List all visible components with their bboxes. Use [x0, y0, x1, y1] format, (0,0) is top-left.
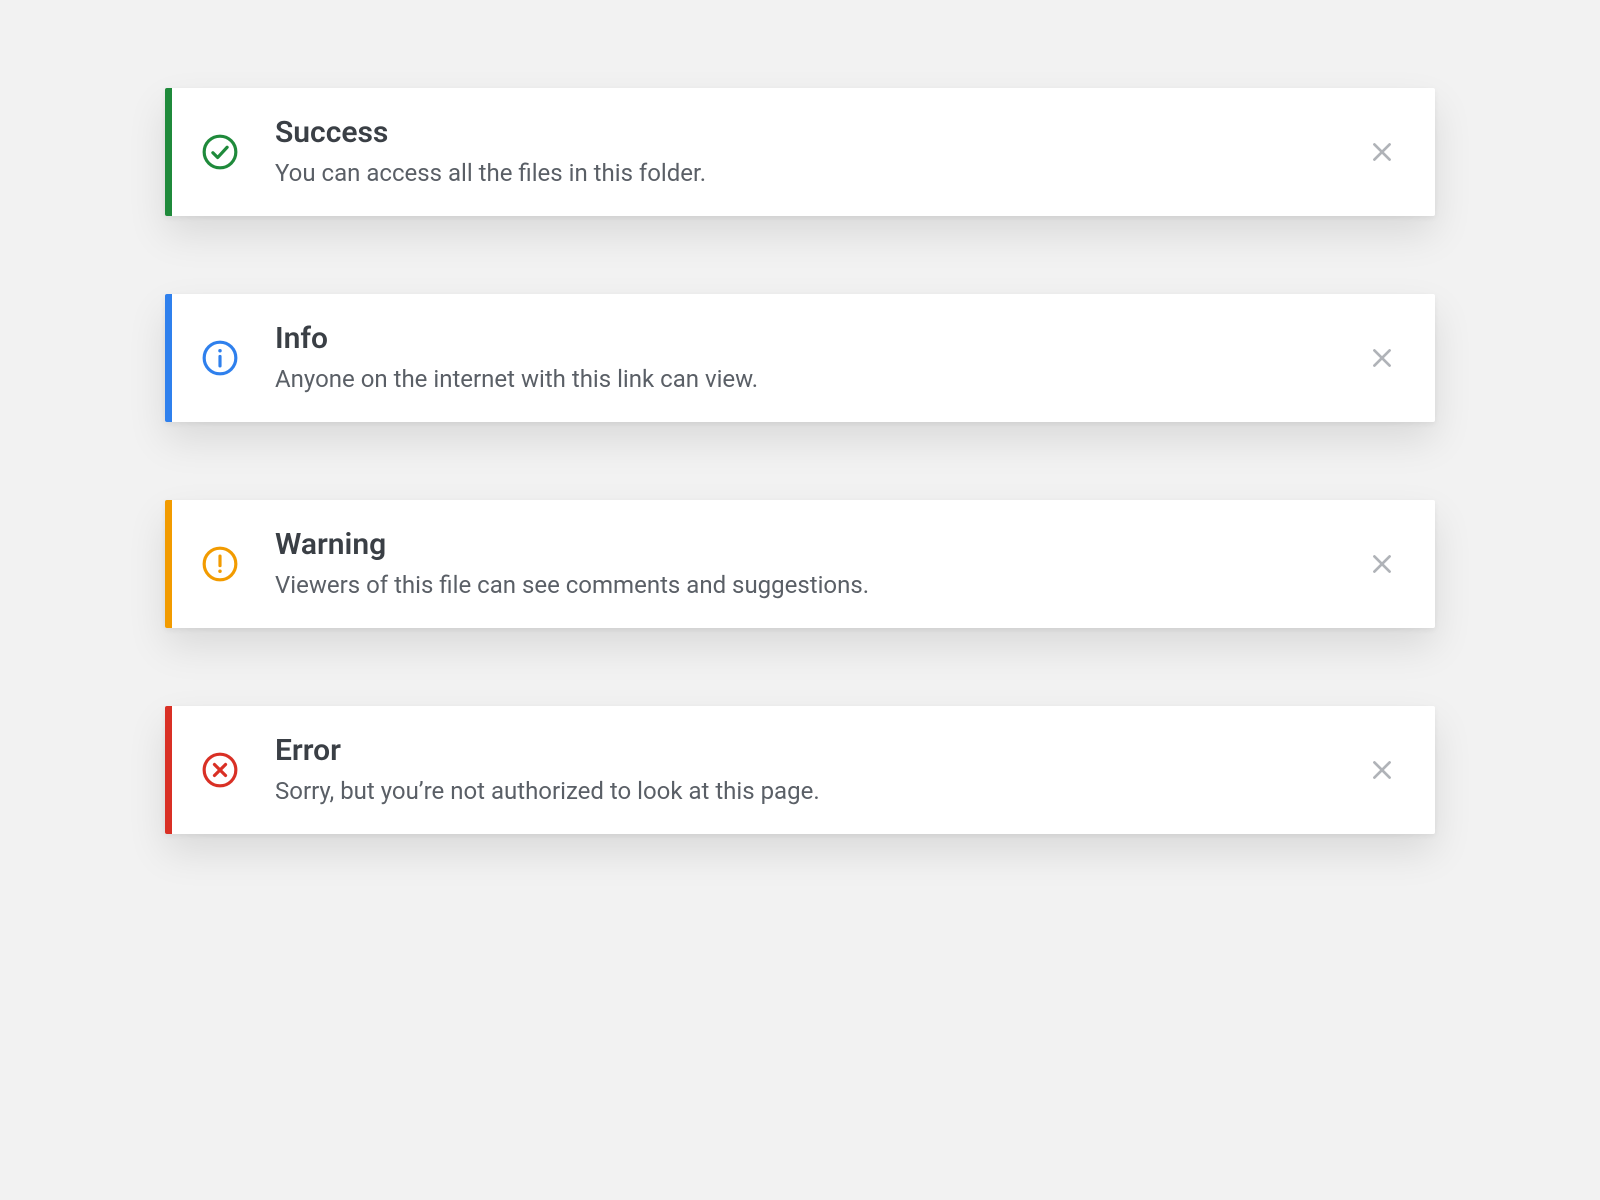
alert-title: Info [275, 321, 1349, 357]
close-button[interactable] [1361, 543, 1403, 585]
alert-message: Anyone on the internet with this link ca… [275, 363, 1349, 395]
info-circle-icon [201, 339, 239, 377]
alert-message: You can access all the files in this fol… [275, 157, 1349, 189]
alert-message: Sorry, but you’re not authorized to look… [275, 775, 1349, 807]
alert-accent [165, 88, 172, 216]
close-button[interactable] [1361, 749, 1403, 791]
close-button[interactable] [1361, 131, 1403, 173]
alert-info: Info Anyone on the internet with this li… [165, 294, 1435, 422]
alert-accent [165, 706, 172, 834]
alert-content: Error Sorry, but you’re not authorized t… [275, 733, 1361, 807]
alerts-container: Success You can access all the files in … [165, 88, 1435, 834]
alert-content: Success You can access all the files in … [275, 115, 1361, 189]
close-icon [1369, 551, 1395, 577]
alert-success: Success You can access all the files in … [165, 88, 1435, 216]
alert-title: Success [275, 115, 1349, 151]
alert-error: Error Sorry, but you’re not authorized t… [165, 706, 1435, 834]
alert-icon-wrap [165, 751, 275, 789]
alert-content: Warning Viewers of this file can see com… [275, 527, 1361, 601]
x-circle-icon [201, 751, 239, 789]
alert-circle-icon [201, 545, 239, 583]
alert-accent [165, 500, 172, 628]
close-icon [1369, 139, 1395, 165]
close-icon [1369, 345, 1395, 371]
alert-accent [165, 294, 172, 422]
alert-icon-wrap [165, 545, 275, 583]
check-circle-icon [201, 133, 239, 171]
alert-warning: Warning Viewers of this file can see com… [165, 500, 1435, 628]
close-icon [1369, 757, 1395, 783]
alert-title: Warning [275, 527, 1349, 563]
alert-content: Info Anyone on the internet with this li… [275, 321, 1361, 395]
close-button[interactable] [1361, 337, 1403, 379]
alert-icon-wrap [165, 133, 275, 171]
alert-icon-wrap [165, 339, 275, 377]
alert-message: Viewers of this file can see comments an… [275, 569, 1349, 601]
alert-title: Error [275, 733, 1349, 769]
